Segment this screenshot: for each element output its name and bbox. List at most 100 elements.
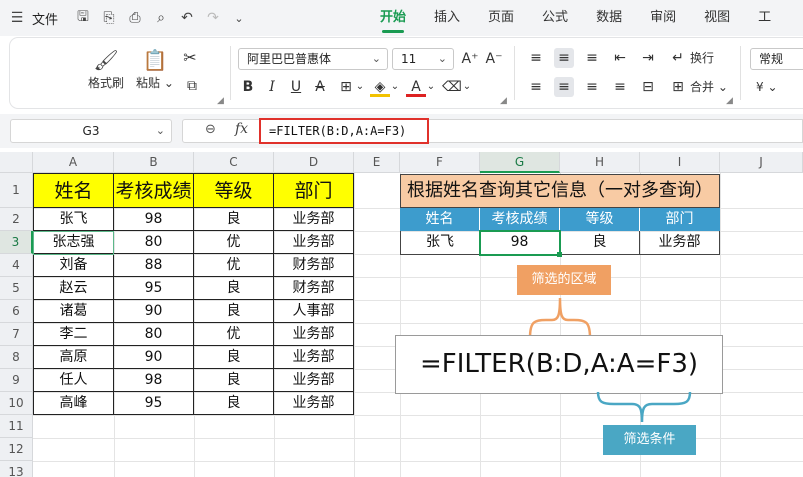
table-cell[interactable]: 业务部 [274,369,354,392]
currency-button[interactable]: ¥ ⌄ [756,77,778,97]
table-cell[interactable]: 业务部 [274,231,354,254]
table-cell[interactable]: 80 [114,323,194,346]
row-header-1[interactable]: 1 [0,173,33,208]
table-cell[interactable]: 88 [114,254,194,277]
row-header-11[interactable]: 11 [0,415,33,438]
column-header-i[interactable]: I [640,152,720,173]
tab-page[interactable]: 页面 [488,0,514,36]
align-middle-icon[interactable]: ≡ [554,48,574,68]
query-name-cell[interactable]: 张飞 [400,231,480,255]
tab-home[interactable]: 开始 [380,0,406,36]
align-top-icon[interactable]: ≡ [526,48,546,68]
chevron-down-icon[interactable]: ⌄ [421,77,441,97]
cut-icon[interactable]: ✂ [180,48,200,68]
align-left-icon[interactable]: ≡ [526,77,546,97]
chevron-down-icon[interactable]: ⌄ [457,77,477,97]
row-header-6[interactable]: 6 [0,300,33,323]
italic-icon[interactable]: I [262,77,282,97]
expand-corner-icon[interactable]: ◢ [500,96,507,106]
table-header-cell[interactable]: 等级 [194,173,274,208]
hamburger-menu-icon[interactable]: ☰ [6,7,28,29]
table-cell[interactable]: 良 [194,208,274,231]
query-header-cell[interactable]: 考核成绩 [480,208,560,231]
table-cell[interactable]: 优 [194,323,274,346]
row-header-7[interactable]: 7 [0,323,33,346]
tab-data[interactable]: 数据 [596,0,622,36]
chevron-down-icon[interactable]: ⌄ [350,77,370,97]
table-cell[interactable]: 95 [114,277,194,300]
column-header-d[interactable]: D [274,152,354,173]
save-icon[interactable]: 🖫 [72,7,94,29]
tab-review[interactable]: 审阅 [650,0,676,36]
table-cell[interactable]: 财务部 [274,254,354,277]
query-header-cell[interactable]: 等级 [560,208,640,231]
increase-indent-icon[interactable]: ⇥ [638,48,658,68]
table-cell[interactable]: 业务部 [274,323,354,346]
row-header-3[interactable]: 3 [0,231,33,254]
row-header-12[interactable]: 12 [0,438,33,461]
query-result-cell[interactable]: 良 [560,231,640,255]
decrease-indent-icon[interactable]: ⇤ [610,48,630,68]
table-cell[interactable]: 优 [194,231,274,254]
table-cell[interactable]: 张飞 [33,208,114,231]
tab-tools[interactable]: 工 [758,0,771,36]
column-header-a[interactable]: A [33,152,114,173]
table-cell[interactable]: 优 [194,254,274,277]
column-header-c[interactable]: C [194,152,274,173]
table-cell[interactable]: 良 [194,346,274,369]
table-header-cell[interactable]: 部门 [274,173,354,208]
print-preview-icon[interactable]: ⌕ [150,7,172,29]
query-title[interactable]: 根据姓名查询其它信息（一对多查询） [400,174,720,208]
spreadsheet-grid[interactable]: A B C D E F G H I J 1 2 3 4 5 6 7 8 9 10… [0,152,803,477]
table-cell[interactable]: 业务部 [274,392,354,415]
table-cell[interactable]: 良 [194,392,274,415]
tab-formula[interactable]: 公式 [542,0,568,36]
zoom-icon[interactable]: ⊖ [205,122,216,137]
fx-icon[interactable]: fx [235,121,248,137]
formula-input[interactable]: =FILTER(B:D,A:A=F3) [259,118,429,144]
query-header-cell[interactable]: 姓名 [400,208,480,231]
table-header-cell[interactable]: 姓名 [33,173,114,208]
table-cell[interactable]: 刘备 [33,254,114,277]
paste-button[interactable]: 📋 粘贴 ⌄ [136,48,174,91]
table-cell[interactable]: 高原 [33,346,114,369]
select-all-corner[interactable] [0,152,33,173]
row-header-8[interactable]: 8 [0,346,33,369]
align-right-icon[interactable]: ≡ [582,77,602,97]
format-painter-button[interactable]: 🖌 格式刷 [88,48,124,91]
table-cell[interactable]: 95 [114,392,194,415]
row-header-10[interactable]: 10 [0,392,33,415]
table-cell[interactable]: 90 [114,300,194,323]
column-header-e[interactable]: E [354,152,400,173]
fill-handle[interactable] [557,252,562,257]
print-icon[interactable]: ⎙ [124,7,146,29]
table-header-cell[interactable]: 考核成绩 [114,173,194,208]
bold-icon[interactable]: B [238,77,258,97]
wrap-text-button[interactable]: 换行 [690,48,714,68]
table-cell[interactable]: 业务部 [274,346,354,369]
decrease-font-icon[interactable]: A⁻ [484,49,504,69]
query-result-cell[interactable]: 业务部 [640,231,720,255]
distributed-icon[interactable]: ⊟ [638,77,658,97]
merge-button[interactable]: 合并 ⌄ [690,77,728,97]
table-cell[interactable]: 98 [114,369,194,392]
table-cell[interactable]: 业务部 [274,208,354,231]
merge-icon[interactable]: ⊞ [668,77,688,97]
tab-insert[interactable]: 插入 [434,0,460,36]
chevron-down-icon[interactable]: ⌄ [385,77,405,97]
row-header-5[interactable]: 5 [0,277,33,300]
align-bottom-icon[interactable]: ≡ [582,48,602,68]
table-cell[interactable]: 李二 [33,323,114,346]
number-format-dropdown[interactable]: 常规 [750,48,803,70]
increase-font-icon[interactable]: A⁺ [460,49,480,69]
table-cell[interactable]: 财务部 [274,277,354,300]
column-header-b[interactable]: B [114,152,194,173]
file-menu[interactable]: 文件 [32,9,58,28]
table-cell[interactable]: 任人 [33,369,114,392]
column-header-f[interactable]: F [400,152,480,173]
strikethrough-icon[interactable]: A [310,77,330,97]
font-name-dropdown[interactable]: 阿里巴巴普惠体 ⌄ [238,48,388,70]
font-size-dropdown[interactable]: 11 ⌄ [392,48,454,70]
table-cell[interactable]: 诸葛 [33,300,114,323]
export-icon[interactable]: ⎘ [98,7,120,29]
